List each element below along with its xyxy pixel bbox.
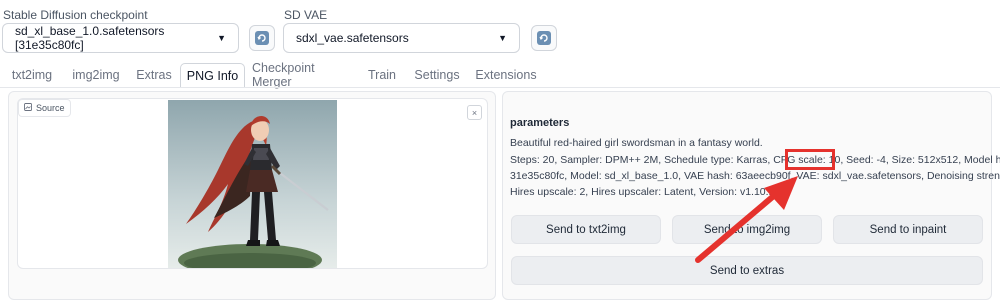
checkpoint-refresh-button[interactable]	[249, 25, 275, 51]
chevron-down-icon: ▼	[217, 33, 226, 43]
send-to-txt2img-button[interactable]: Send to txt2img	[511, 215, 661, 244]
source-label: Source	[36, 103, 65, 113]
tab-extras[interactable]: Extras	[134, 63, 174, 87]
source-image	[168, 100, 337, 268]
vae-dropdown[interactable]: sdxl_vae.safetensors ▼	[283, 23, 520, 53]
source-tag: Source	[18, 99, 71, 117]
tab-divider	[0, 87, 1000, 88]
parameters-line-1: Steps: 20, Sampler: DPM++ 2M, Schedule t…	[510, 154, 1000, 166]
tab-img2img[interactable]: img2img	[68, 63, 124, 87]
refresh-icon	[537, 31, 551, 45]
close-icon[interactable]: ×	[467, 105, 482, 120]
annotation-arrow-icon	[695, 176, 798, 263]
tab-train[interactable]: Train	[364, 63, 400, 87]
refresh-icon	[255, 31, 269, 45]
vae-refresh-button[interactable]	[531, 25, 557, 51]
checkpoint-label: Stable Diffusion checkpoint	[3, 8, 148, 22]
vae-value: sdxl_vae.safetensors	[296, 31, 409, 45]
tab-bar: txt2img img2img Extras PNG Info Checkpoi…	[0, 61, 1000, 89]
checkpoint-value: sd_xl_base_1.0.safetensors [31e35c80fc]	[15, 24, 165, 52]
tab-png-info[interactable]: PNG Info	[180, 63, 245, 88]
seed-highlight-box	[785, 149, 835, 170]
chevron-down-icon: ▼	[498, 33, 507, 43]
vae-label: SD VAE	[284, 8, 328, 22]
image-icon	[24, 103, 32, 113]
parameters-title: parameters	[510, 117, 570, 129]
tab-extensions[interactable]: Extensions	[474, 63, 538, 87]
send-to-inpaint-button[interactable]: Send to inpaint	[833, 215, 983, 244]
parameters-prompt: Beautiful red-haired girl swordsman in a…	[510, 137, 763, 149]
tab-txt2img[interactable]: txt2img	[6, 63, 58, 87]
checkpoint-dropdown[interactable]: sd_xl_base_1.0.safetensors [31e35c80fc] …	[2, 23, 239, 53]
tab-settings[interactable]: Settings	[412, 63, 462, 87]
tab-checkpoint-merger[interactable]: Checkpoint Merger	[252, 61, 352, 89]
